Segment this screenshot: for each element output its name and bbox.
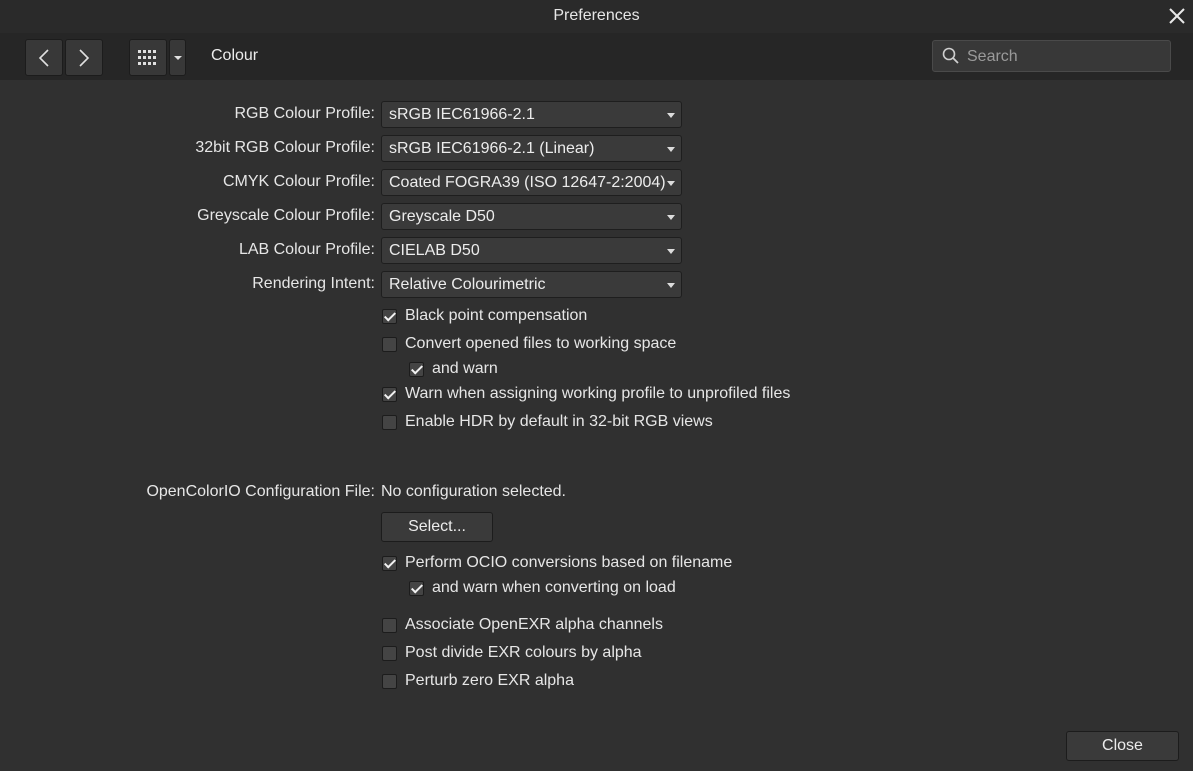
rgb32-profile-select[interactable]: sRGB IEC61966-2.1 (Linear)	[381, 135, 682, 162]
chevron-left-icon	[38, 48, 49, 67]
ocio-select-button[interactable]: Select...	[381, 512, 493, 542]
checkbox-label: Warn when assigning working profile to u…	[405, 385, 791, 402]
post-divide-exr-checkbox[interactable]: Post divide EXR colours by alpha	[382, 644, 642, 662]
search-input[interactable]	[965, 45, 1165, 69]
greyscale-profile-value: Greyscale D50	[389, 208, 495, 225]
title-bar: Preferences	[0, 0, 1193, 33]
rgb-profile-select[interactable]: sRGB IEC61966-2.1	[381, 101, 682, 128]
caret-down-icon	[173, 55, 182, 60]
convert-and-warn-checkbox[interactable]: and warn	[409, 360, 498, 378]
ocio-config-value: No configuration selected.	[381, 483, 566, 500]
section-title: Colour	[211, 47, 259, 64]
checkbox-box	[382, 386, 397, 402]
ocio-config-label: OpenColorIO Configuration File:	[146, 483, 375, 500]
enable-hdr-checkbox[interactable]: Enable HDR by default in 32-bit RGB view…	[382, 413, 713, 431]
ocio-warn-on-load-checkbox[interactable]: and warn when converting on load	[409, 579, 676, 597]
close-window-icon[interactable]	[1166, 5, 1188, 27]
dropdown-arrow-icon	[667, 215, 675, 220]
checkbox-label: Enable HDR by default in 32-bit RGB view…	[405, 413, 713, 430]
grid-icon	[138, 49, 156, 65]
lab-profile-label: LAB Colour Profile:	[238, 241, 375, 258]
black-point-compensation-checkbox[interactable]: Black point compensation	[382, 307, 587, 325]
rgb-profile-value: sRGB IEC61966-2.1	[389, 106, 535, 123]
associate-exr-alpha-checkbox[interactable]: Associate OpenEXR alpha channels	[382, 616, 663, 634]
checkbox-label: Associate OpenEXR alpha channels	[405, 616, 663, 633]
back-button[interactable]	[25, 39, 63, 76]
checkbox-box	[409, 361, 424, 377]
checkbox-box	[382, 414, 397, 430]
checkbox-label: and warn when converting on load	[432, 579, 676, 596]
dropdown-arrow-icon	[667, 283, 675, 288]
rgb32-profile-label: 32bit RGB Colour Profile:	[195, 139, 375, 156]
checkbox-box	[409, 580, 424, 596]
checkbox-box	[382, 555, 397, 571]
cmyk-profile-select[interactable]: Coated FOGRA39 (ISO 12647-2:2004)	[381, 169, 682, 196]
rgb32-profile-value: sRGB IEC61966-2.1 (Linear)	[389, 140, 595, 157]
ocio-conversions-checkbox[interactable]: Perform OCIO conversions based on filena…	[382, 554, 732, 572]
close-button[interactable]: Close	[1066, 731, 1179, 761]
search-box	[932, 40, 1171, 72]
dropdown-arrow-icon	[667, 113, 675, 118]
search-icon	[942, 47, 959, 64]
checkbox-box	[382, 336, 397, 352]
rgb-profile-label: RGB Colour Profile:	[234, 105, 376, 122]
greyscale-profile-select[interactable]: Greyscale D50	[381, 203, 682, 230]
toolbar: Colour	[0, 33, 1193, 80]
rendering-intent-value: Relative Colourimetric	[389, 276, 546, 293]
grid-view-button[interactable]	[129, 39, 167, 76]
warn-unprofiled-checkbox[interactable]: Warn when assigning working profile to u…	[382, 385, 790, 403]
checkbox-label: Perform OCIO conversions based on filena…	[405, 554, 733, 571]
cmyk-profile-value: Coated FOGRA39 (ISO 12647-2:2004)	[389, 174, 666, 191]
checkbox-box	[382, 308, 397, 324]
rendering-intent-label: Rendering Intent:	[252, 275, 375, 292]
perturb-zero-exr-checkbox[interactable]: Perturb zero EXR alpha	[382, 672, 574, 690]
lab-profile-select[interactable]: CIELAB D50	[381, 237, 682, 264]
cmyk-profile-label: CMYK Colour Profile:	[222, 173, 375, 190]
checkbox-label: Convert opened files to working space	[405, 335, 677, 352]
checkbox-box	[382, 617, 397, 633]
chevron-right-icon	[79, 48, 90, 67]
dropdown-arrow-icon	[667, 181, 675, 186]
checkbox-box	[382, 673, 397, 689]
lab-profile-value: CIELAB D50	[389, 242, 480, 259]
checkbox-box	[382, 645, 397, 661]
greyscale-profile-label: Greyscale Colour Profile:	[197, 207, 375, 224]
checkbox-label: Post divide EXR colours by alpha	[405, 644, 642, 661]
convert-opened-files-checkbox[interactable]: Convert opened files to working space	[382, 335, 676, 353]
checkbox-label: and warn	[432, 360, 498, 377]
dropdown-arrow-icon	[667, 147, 675, 152]
dropdown-arrow-icon	[667, 249, 675, 254]
checkbox-label: Perturb zero EXR alpha	[405, 672, 574, 689]
window-title: Preferences	[553, 7, 640, 24]
checkbox-label: Black point compensation	[405, 307, 588, 324]
preferences-window: Preferences Colour Search RGB Colour Pro…	[0, 0, 1193, 771]
grid-dropdown-button[interactable]	[169, 39, 186, 76]
rendering-intent-select[interactable]: Relative Colourimetric	[381, 271, 682, 298]
forward-button[interactable]	[65, 39, 103, 76]
